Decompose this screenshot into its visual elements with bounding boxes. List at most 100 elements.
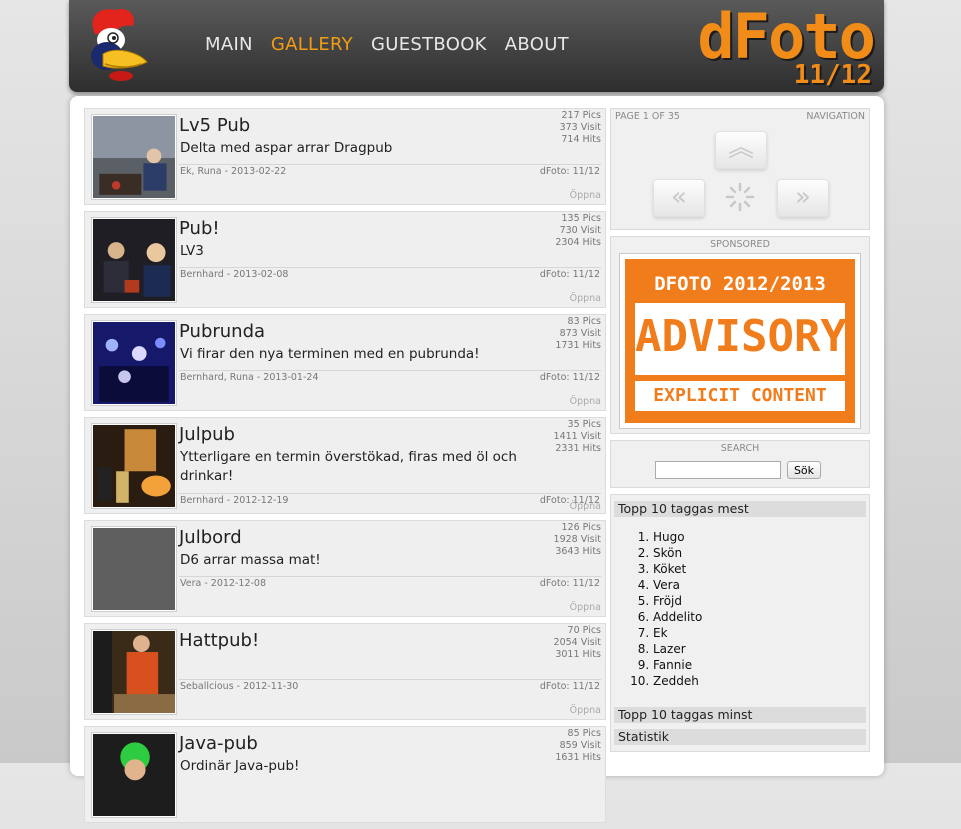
tag-item[interactable]: Hugo: [653, 529, 702, 545]
album-description: LV3: [180, 243, 204, 259]
album-stats: 83 Pics 873 Visit 1731 Hits: [555, 316, 601, 352]
least-tagged-header[interactable]: Topp 10 taggas minst: [614, 707, 866, 723]
open-link[interactable]: Öppna: [570, 501, 601, 512]
album-item[interactable]: Lv5 Pub Delta med aspar arrar Dragpub 21…: [84, 108, 606, 205]
photo-image: [93, 631, 175, 713]
tag-item[interactable]: Köket: [653, 561, 702, 577]
visit-count: 1928 Visit: [553, 534, 601, 545]
search-button[interactable]: Sök: [787, 461, 821, 479]
advisory-line-1: DFOTO 2012/2013: [654, 273, 826, 295]
nav-main[interactable]: MAIN: [205, 34, 253, 55]
album-item[interactable]: Pubrunda Vi firar den nya terminen med e…: [84, 314, 606, 411]
tag-item[interactable]: Addelito: [653, 609, 702, 625]
open-link[interactable]: Öppna: [570, 190, 601, 201]
brand-logo[interactable]: dFoto 11/12: [638, 0, 878, 90]
visit-count: 730 Visit: [559, 225, 601, 236]
album-title[interactable]: Hattpub!: [179, 630, 259, 651]
visit-count: 859 Visit: [559, 740, 601, 751]
album-title[interactable]: Pub!: [179, 218, 220, 239]
tag-item[interactable]: Zeddeh: [653, 673, 702, 689]
tag-item[interactable]: Fannie: [653, 657, 702, 673]
advisory-strip: EXPLICIT CONTENT: [635, 381, 845, 411]
album-title[interactable]: Java-pub: [179, 733, 258, 754]
search-box: SEARCH Sök: [610, 440, 870, 488]
divider: [179, 267, 601, 268]
nav-gallery[interactable]: GALLERY: [271, 34, 353, 55]
most-tagged-list: Hugo Skön Köket Vera Fröjd Addelito Ek L…: [625, 529, 702, 689]
visit-count: 873 Visit: [559, 328, 601, 339]
tag-item[interactable]: Skön: [653, 545, 702, 561]
album-description: Delta med aspar arrar Dragpub: [180, 140, 393, 156]
visit-count: 373 Visit: [559, 122, 601, 133]
tags-box: Topp 10 taggas mest Hugo Skön Köket Vera…: [610, 494, 870, 752]
open-link[interactable]: Öppna: [570, 705, 601, 716]
page-indicator: PAGE 1 OF 35: [615, 111, 680, 122]
advisory-line-2: ADVISORY: [635, 311, 847, 362]
album-title[interactable]: Julpub: [179, 424, 235, 445]
album-thumbnail[interactable]: [91, 320, 177, 406]
album-title[interactable]: Lv5 Pub: [179, 115, 250, 136]
double-chevron-right-icon: »: [795, 182, 811, 212]
brand-season: 11/12: [793, 60, 872, 90]
album-list: Lv5 Pub Delta med aspar arrar Dragpub 21…: [84, 108, 606, 829]
pics-count: 126 Pics: [561, 522, 601, 533]
album-stats: 126 Pics 1928 Visit 3643 Hits: [554, 522, 601, 558]
open-link[interactable]: Öppna: [570, 396, 601, 407]
album-stats: 217 Pics 373 Visit 714 Hits: [560, 110, 601, 146]
album-item[interactable]: Hattpub! 70 Pics 2054 Visit 3011 Hits Se…: [84, 623, 606, 720]
nav-guestbook[interactable]: GUESTBOOK: [371, 34, 487, 55]
tag-item[interactable]: Lazer: [653, 641, 702, 657]
album-item[interactable]: Java-pub Ordinär Java-pub! 85 Pics 859 V…: [84, 726, 606, 823]
album-source: dFoto: 11/12: [539, 166, 600, 177]
photo-image: [93, 322, 175, 404]
statistics-header[interactable]: Statistik: [614, 729, 866, 745]
album-meta: Vera - 2012-12-08: [180, 578, 267, 589]
next-page-button[interactable]: »: [777, 179, 829, 217]
album-description: D6 arrar massa mat!: [180, 552, 321, 568]
navigation-box: PAGE 1 OF 35 NAVIGATION ︽ « »: [610, 108, 870, 230]
album-title[interactable]: Julbord: [179, 527, 242, 548]
album-thumbnail[interactable]: [91, 217, 177, 303]
hits-count: 3643 Hits: [555, 546, 601, 557]
album-thumbnail[interactable]: [91, 732, 177, 818]
tag-item[interactable]: Fröjd: [653, 593, 702, 609]
album-item[interactable]: Julpub Ytterligare en termin överstökad,…: [84, 417, 606, 514]
tag-item[interactable]: Vera: [653, 577, 702, 593]
album-item[interactable]: Pub! LV3 135 Pics 730 Visit 2304 Hits Be…: [84, 211, 606, 308]
open-link[interactable]: Öppna: [570, 293, 601, 304]
woodpecker-logo[interactable]: [81, 4, 153, 88]
album-stats: 35 Pics 1411 Visit 2331 Hits: [554, 419, 601, 455]
most-tagged-header[interactable]: Topp 10 taggas mest: [614, 501, 866, 517]
advisory-banner[interactable]: DFOTO 2012/2013 ADVISORY EXPLICIT CONTEN…: [619, 253, 861, 429]
tag-item[interactable]: Ek: [653, 625, 702, 641]
advisory-panel: ADVISORY: [635, 303, 847, 375]
search-input[interactable]: [655, 461, 781, 479]
hits-count: 2304 Hits: [555, 237, 601, 248]
photo-image: [93, 425, 175, 507]
double-chevron-up-icon: ︽: [727, 133, 754, 163]
visit-count: 2054 Visit: [553, 637, 601, 648]
album-description: Ytterligare en termin överstökad, firas …: [180, 449, 517, 484]
site-header: MAIN GALLERY GUESTBOOK ABOUT dFoto 11/12: [69, 0, 884, 92]
pics-count: 35 Pics: [567, 419, 601, 430]
pics-count: 83 Pics: [567, 316, 601, 327]
photo-image: [93, 219, 175, 301]
divider: [179, 576, 601, 577]
album-source: dFoto: 11/12: [539, 681, 600, 692]
open-link[interactable]: Öppna: [570, 602, 601, 613]
main-nav: MAIN GALLERY GUESTBOOK ABOUT: [205, 34, 569, 55]
search-label: SEARCH: [720, 443, 760, 454]
album-thumbnail[interactable]: [91, 526, 177, 612]
album-title[interactable]: Pubrunda: [179, 321, 265, 342]
album-stats: 135 Pics 730 Visit 2304 Hits: [555, 213, 601, 249]
album-item[interactable]: Julbord D6 arrar massa mat! 126 Pics 192…: [84, 520, 606, 617]
previous-page-button[interactable]: «: [653, 179, 705, 217]
album-description: Ordinär Java-pub!: [180, 758, 300, 774]
album-thumbnail[interactable]: [91, 629, 177, 715]
album-thumbnail[interactable]: [91, 114, 177, 200]
up-button[interactable]: ︽: [715, 131, 767, 169]
nav-about[interactable]: ABOUT: [505, 34, 569, 55]
album-thumbnail[interactable]: [91, 423, 177, 509]
sponsored-box: SPONSORED DFOTO 2012/2013 ADVISORY EXPLI…: [610, 236, 870, 434]
hits-count: 2331 Hits: [555, 443, 601, 454]
